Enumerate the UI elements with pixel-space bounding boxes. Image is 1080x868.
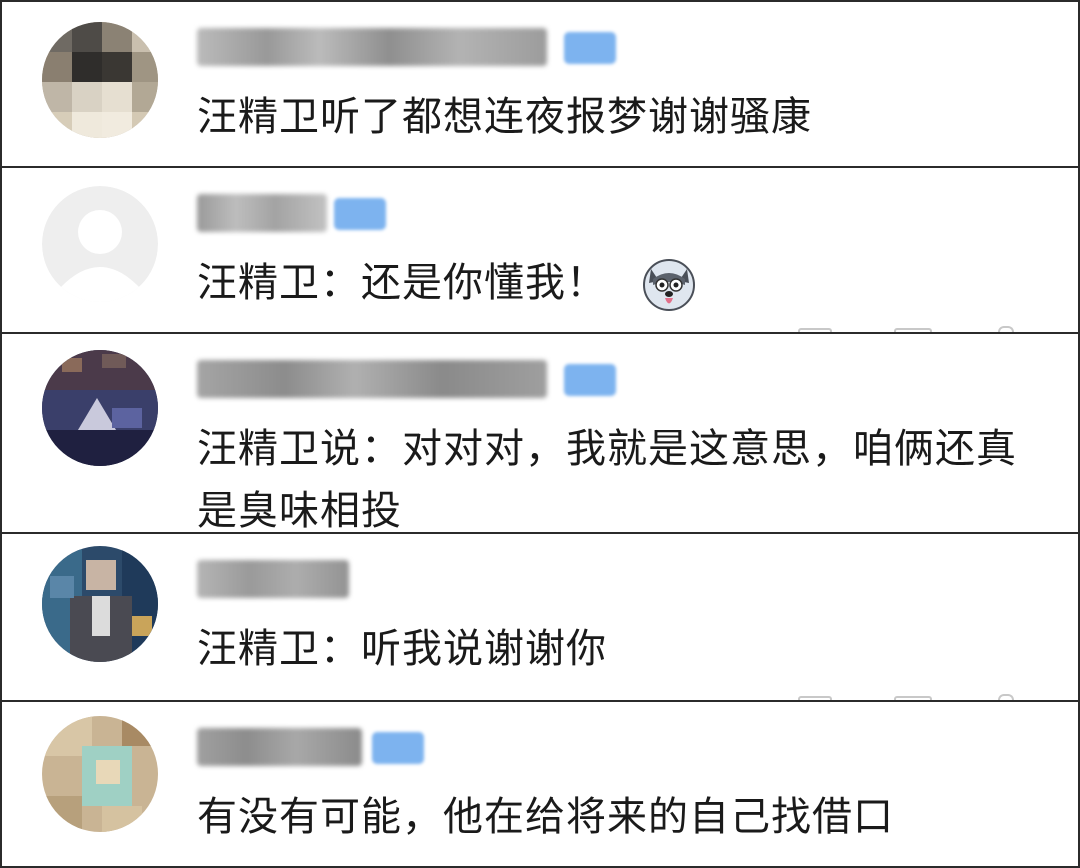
comment-text-content: 汪精卫：还是你懂我！ (197, 260, 607, 306)
comment-text-line: 汪精卫说：对对对，我就是这意思，咱俩还真 (197, 426, 1017, 472)
level-badge (564, 364, 616, 396)
level-badge (334, 198, 386, 230)
comment-card: 汪精卫：还是你懂我！ (0, 166, 1080, 334)
avatar[interactable] (42, 716, 158, 832)
avatar[interactable] (42, 350, 158, 466)
husky-emoji-icon (642, 259, 695, 311)
username-blurred[interactable] (197, 194, 327, 232)
comment-card: 有没有可能，他在给将来的自己找借口 (0, 700, 1080, 868)
comment-card: 汪精卫说：对对对，我就是这意思，咱俩还真 是臭味相投 (0, 332, 1080, 534)
comment-text: 汪精卫说：对对对，我就是这意思，咱俩还真 是臭味相投 (197, 418, 1057, 534)
username-blurred[interactable] (197, 728, 362, 766)
username-blurred[interactable] (197, 360, 547, 398)
comment-text: 汪精卫听了都想连夜报梦谢谢骚康 (197, 94, 812, 140)
comment-text: 有没有可能，他在给将来的自己找借口 (197, 794, 894, 840)
comment-text-line: 是臭味相投 (197, 488, 402, 534)
username-blurred[interactable] (197, 28, 547, 66)
default-avatar-icon[interactable] (42, 186, 158, 302)
comment-text: 汪精卫：还是你懂我！ (197, 252, 1057, 314)
avatar[interactable] (42, 22, 158, 138)
level-badge (372, 732, 424, 764)
comment-text: 汪精卫：听我说谢谢你 (197, 626, 607, 672)
comment-card: 汪精卫听了都想连夜报梦谢谢骚康 (0, 0, 1080, 168)
avatar[interactable] (42, 546, 158, 662)
level-badge (564, 32, 616, 64)
username-blurred[interactable] (197, 560, 349, 598)
comment-card: 汪精卫：听我说谢谢你 (0, 532, 1080, 702)
